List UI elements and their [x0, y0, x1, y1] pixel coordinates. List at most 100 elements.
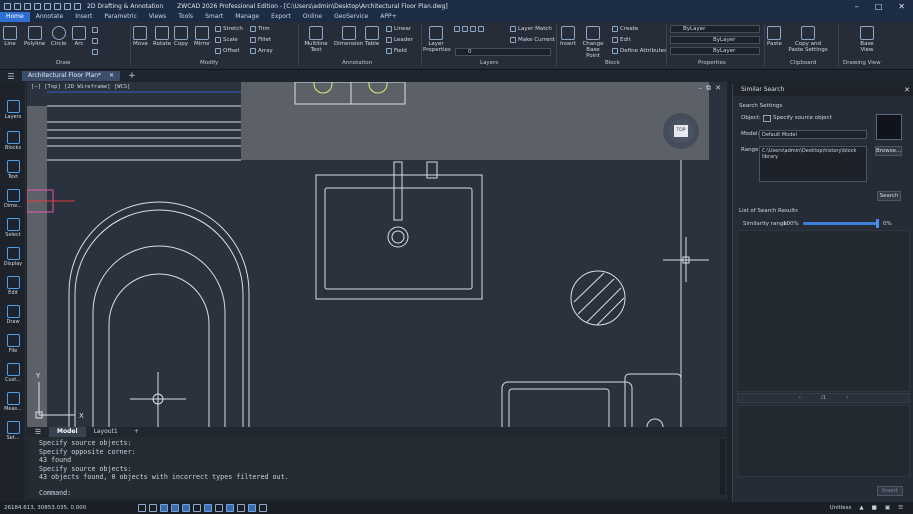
search-results-list[interactable] — [737, 230, 910, 392]
model-dropdown[interactable]: Default Model — [759, 130, 867, 139]
layout-menu-icon[interactable]: ☰ — [27, 428, 49, 436]
viewport-label[interactable]: [−] [Top] [2D Wireframe] [WCS] — [31, 84, 130, 90]
tab-home[interactable]: Home — [0, 12, 30, 22]
line-button[interactable]: Line — [3, 26, 17, 47]
unit-style[interactable]: Unitless — [830, 505, 852, 511]
copy-button[interactable]: Copy — [174, 26, 188, 47]
annotation-scale-icon[interactable]: ▲ — [859, 505, 863, 511]
color-dropdown[interactable]: ByLayer — [670, 25, 760, 33]
add-layout-icon[interactable]: + — [126, 427, 147, 437]
polar-icon[interactable] — [171, 504, 180, 512]
tab-geoservice[interactable]: GeoService — [328, 12, 374, 22]
browse-button[interactable]: Browse... — [875, 146, 902, 156]
properties-panel-label[interactable]: Properties — [698, 60, 726, 66]
polyline-button[interactable]: Polyline — [24, 26, 45, 47]
linear-button[interactable]: Linear — [386, 26, 411, 32]
rotate-button[interactable]: Rotate — [153, 26, 171, 47]
create-block-button[interactable]: Create — [612, 26, 638, 32]
ortho-icon[interactable] — [160, 504, 169, 512]
redo-icon[interactable] — [74, 2, 81, 10]
hamburger-menu-icon[interactable]: ☰ — [0, 72, 22, 81]
dyn-icon[interactable] — [204, 504, 213, 512]
command-scrollbar[interactable] — [720, 439, 725, 495]
tab-insert[interactable]: Insert — [69, 12, 98, 22]
base-view-button[interactable]: Base View — [856, 26, 878, 53]
display-tool[interactable]: Display — [2, 247, 24, 267]
tab-app-plus[interactable]: APP+ — [374, 12, 402, 22]
dimension-tool[interactable]: Dime... — [2, 189, 24, 209]
select-tool[interactable]: Select — [2, 218, 24, 238]
grid-icon[interactable] — [138, 504, 147, 512]
view-cube-face[interactable]: TOP — [674, 125, 688, 137]
insert-button[interactable]: Insert — [877, 486, 903, 496]
undo-icon[interactable] — [64, 2, 71, 10]
next-page-icon[interactable]: › — [846, 395, 848, 401]
new-tab-icon[interactable]: + — [128, 71, 136, 81]
tab-views[interactable]: Views — [143, 12, 172, 22]
command-input[interactable]: Command: — [39, 489, 71, 497]
slider-handle[interactable] — [876, 219, 879, 228]
copy-paste-settings-button[interactable]: Copy and Paste Settings — [788, 26, 828, 53]
settings-tool[interactable]: Set... — [2, 421, 24, 441]
scale-button[interactable]: Scale — [215, 37, 238, 43]
rectangle-tool[interactable] — [92, 27, 98, 33]
tab-manage[interactable]: Manage — [229, 12, 265, 22]
object-value[interactable]: Specify source object — [773, 115, 832, 121]
viewport-restore-icon[interactable]: ⧉ — [706, 84, 711, 93]
text-tool[interactable]: Text — [2, 160, 24, 180]
app-menu-icon[interactable] — [4, 2, 11, 10]
document-tab[interactable]: Architectural Floor Plan* ✕ — [22, 71, 121, 81]
viewport-close-icon[interactable]: ✕ — [715, 84, 721, 93]
file-tool[interactable]: File — [2, 334, 24, 354]
view-cube[interactable]: TOP — [669, 119, 693, 143]
edit-block-button[interactable]: Edit — [612, 37, 631, 43]
array-button[interactable]: Array — [250, 48, 273, 54]
prev-page-icon[interactable]: ‹ — [799, 395, 801, 401]
measure-tool[interactable]: Meas... — [2, 392, 24, 412]
otrack-icon[interactable] — [193, 504, 202, 512]
multiline-text-button[interactable]: Multiline Text — [302, 26, 330, 53]
viewport-minimize-icon[interactable]: – — [699, 84, 703, 93]
offset-button[interactable]: Offset — [215, 48, 240, 54]
tab-layout1[interactable]: Layout1 — [86, 427, 126, 437]
field-button[interactable]: Field — [386, 48, 407, 54]
fillet-button[interactable]: Fillet — [250, 37, 271, 43]
stretch-button[interactable]: Stretch — [215, 26, 243, 32]
close-palette-icon[interactable]: ✕ — [904, 84, 910, 96]
fullscreen-icon[interactable]: ▣ — [885, 505, 890, 511]
trim-button[interactable]: Trim — [250, 26, 270, 32]
osnap-icon[interactable] — [182, 504, 191, 512]
layers-tool[interactable]: Layers — [2, 100, 24, 120]
draw-panel-label[interactable]: Draw — [56, 60, 70, 66]
blocks-tool[interactable]: Blocks — [2, 131, 24, 151]
hatch-tool[interactable] — [92, 38, 98, 44]
transparency-icon[interactable] — [226, 504, 235, 512]
saveas-icon[interactable] — [44, 2, 51, 10]
layer-match-button[interactable]: Layer Match — [510, 26, 552, 32]
customize-tool[interactable]: Cust... — [2, 363, 24, 383]
close-tab-icon[interactable]: ✕ — [109, 71, 114, 81]
tab-online[interactable]: Online — [297, 12, 328, 22]
print-icon[interactable] — [54, 2, 61, 10]
layers-panel-label[interactable]: Layers — [480, 60, 498, 66]
insert-block-button[interactable]: Insert — [560, 26, 576, 47]
lock-icon[interactable]: ■ — [872, 505, 877, 511]
move-button[interactable]: Move — [133, 26, 148, 47]
range-input[interactable]: C:\Users\admin\Desktop\history\block lib… — [759, 146, 867, 182]
define-attributes-button[interactable]: Define Attributes — [612, 48, 667, 54]
tab-annotate[interactable]: Annotate — [30, 12, 69, 22]
customize-status-icon[interactable]: ☰ — [898, 505, 903, 511]
lineweight-dropdown[interactable]: ByLayer — [670, 47, 760, 55]
save-icon[interactable] — [34, 2, 41, 10]
table-button[interactable]: Table — [365, 26, 379, 47]
tab-tools[interactable]: Tools — [172, 12, 199, 22]
leader-button[interactable]: Leader — [386, 37, 413, 43]
select-object-icon[interactable] — [763, 115, 771, 122]
similarity-slider[interactable] — [803, 219, 879, 228]
workspace-selector[interactable]: 2D Drafting & Annotation — [87, 3, 163, 10]
tab-export[interactable]: Export — [265, 12, 297, 22]
clipboard-panel-label[interactable]: Clipboard — [790, 60, 816, 66]
new-icon[interactable] — [14, 2, 21, 10]
block-panel-label[interactable]: Block — [605, 60, 620, 66]
boundary-tool[interactable] — [92, 49, 98, 55]
